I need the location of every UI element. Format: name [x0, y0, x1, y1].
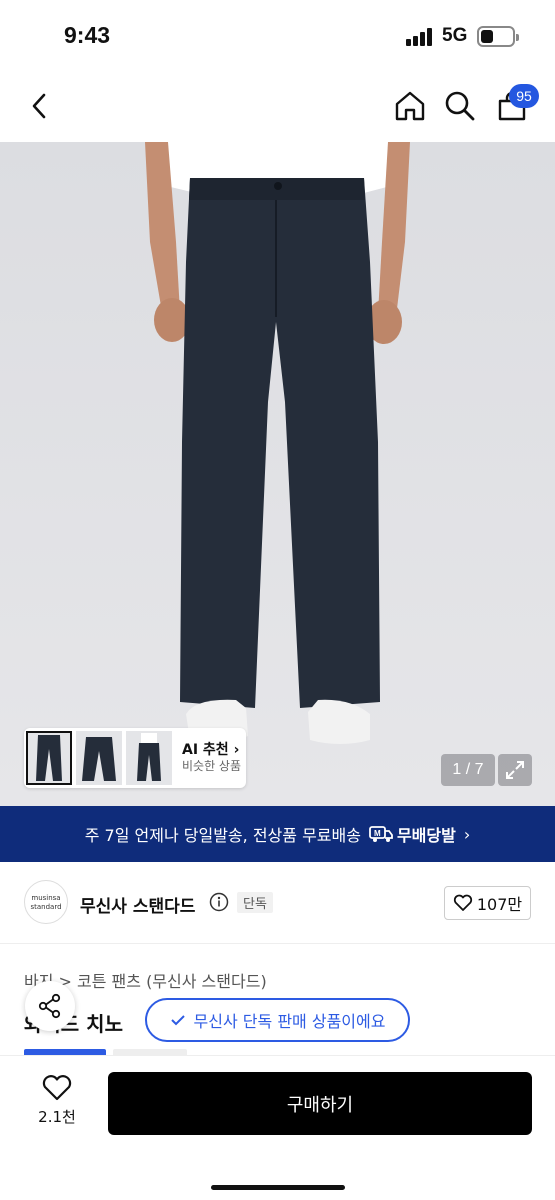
- chevron-right-icon: ›: [463, 824, 471, 844]
- check-icon: [170, 1015, 185, 1026]
- truck-icon: M: [369, 826, 393, 842]
- brand-like-count: 107만: [476, 895, 523, 914]
- free-shipping-logo-text: 무배당발: [396, 826, 456, 845]
- thumbnail-3[interactable]: [126, 731, 172, 785]
- heart-icon: [42, 1075, 72, 1101]
- home-button[interactable]: [388, 84, 432, 128]
- expand-icon: [506, 761, 524, 779]
- thumbnail-2[interactable]: [76, 731, 122, 785]
- ai-recommend-title: AI 추천: [182, 742, 229, 759]
- share-icon: [38, 993, 61, 1019]
- home-indicator: [211, 1185, 345, 1190]
- battery-icon: [477, 26, 519, 47]
- chevron-right-icon: ›: [233, 742, 240, 759]
- shipping-banner[interactable]: 주 7일 언제나 당일발송, 전상품 무료배송 M 무배당발 ›: [0, 806, 555, 862]
- search-icon: [445, 91, 475, 121]
- network-label: 5G: [442, 25, 468, 46]
- info-icon[interactable]: [209, 892, 229, 912]
- brand-logo[interactable]: musinsa standard: [24, 880, 68, 924]
- ai-recommend-subtitle: 비슷한 상품: [182, 759, 242, 774]
- svg-text:M: M: [374, 829, 381, 838]
- image-counter: 1 / 7: [441, 754, 495, 786]
- product-image[interactable]: [0, 142, 555, 806]
- shipping-banner-text: 주 7일 언제나 당일발송, 전상품 무료배송: [84, 826, 361, 845]
- thumbnail-strip: AI 추천 › 비슷한 상품: [24, 728, 246, 788]
- heart-icon: [453, 894, 472, 911]
- buy-button[interactable]: 구매하기: [108, 1072, 532, 1135]
- exclusive-notice-text: 무신사 단독 판매 상품이에요: [193, 1012, 386, 1031]
- search-button[interactable]: [438, 84, 482, 128]
- exclusive-notice-pill: 무신사 단독 판매 상품이에요: [145, 998, 410, 1042]
- wishlist-count: 2.1천: [38, 1108, 76, 1126]
- ai-recommend-link[interactable]: AI 추천 › 비슷한 상품: [182, 741, 241, 775]
- product-photo-pants: [0, 142, 555, 806]
- exclusive-badge: 단독: [237, 892, 273, 913]
- free-shipping-logo: M 무배당발: [369, 822, 456, 846]
- thumbnail-1[interactable]: [26, 731, 72, 785]
- brand-like-button[interactable]: 107만: [444, 886, 531, 920]
- back-button[interactable]: [18, 84, 62, 128]
- nav-bar: [0, 70, 555, 142]
- signal-icon: [406, 28, 436, 46]
- wishlist-button[interactable]: 2.1천: [24, 1074, 90, 1138]
- status-bar: 9:43 5G: [0, 0, 555, 70]
- status-time: 9:43: [64, 22, 111, 48]
- brand-name[interactable]: 무신사 스탠다드: [80, 892, 195, 917]
- brand-row: musinsa standard 무신사 스탠다드 단독 107만: [0, 862, 555, 944]
- home-icon: [395, 91, 425, 121]
- expand-image-button[interactable]: [498, 754, 532, 786]
- share-button[interactable]: [25, 981, 75, 1031]
- bottom-action-bar: 2.1천 구매하기: [0, 1055, 555, 1200]
- cart-count-badge: 95: [509, 84, 539, 108]
- chevron-left-icon: [32, 93, 46, 119]
